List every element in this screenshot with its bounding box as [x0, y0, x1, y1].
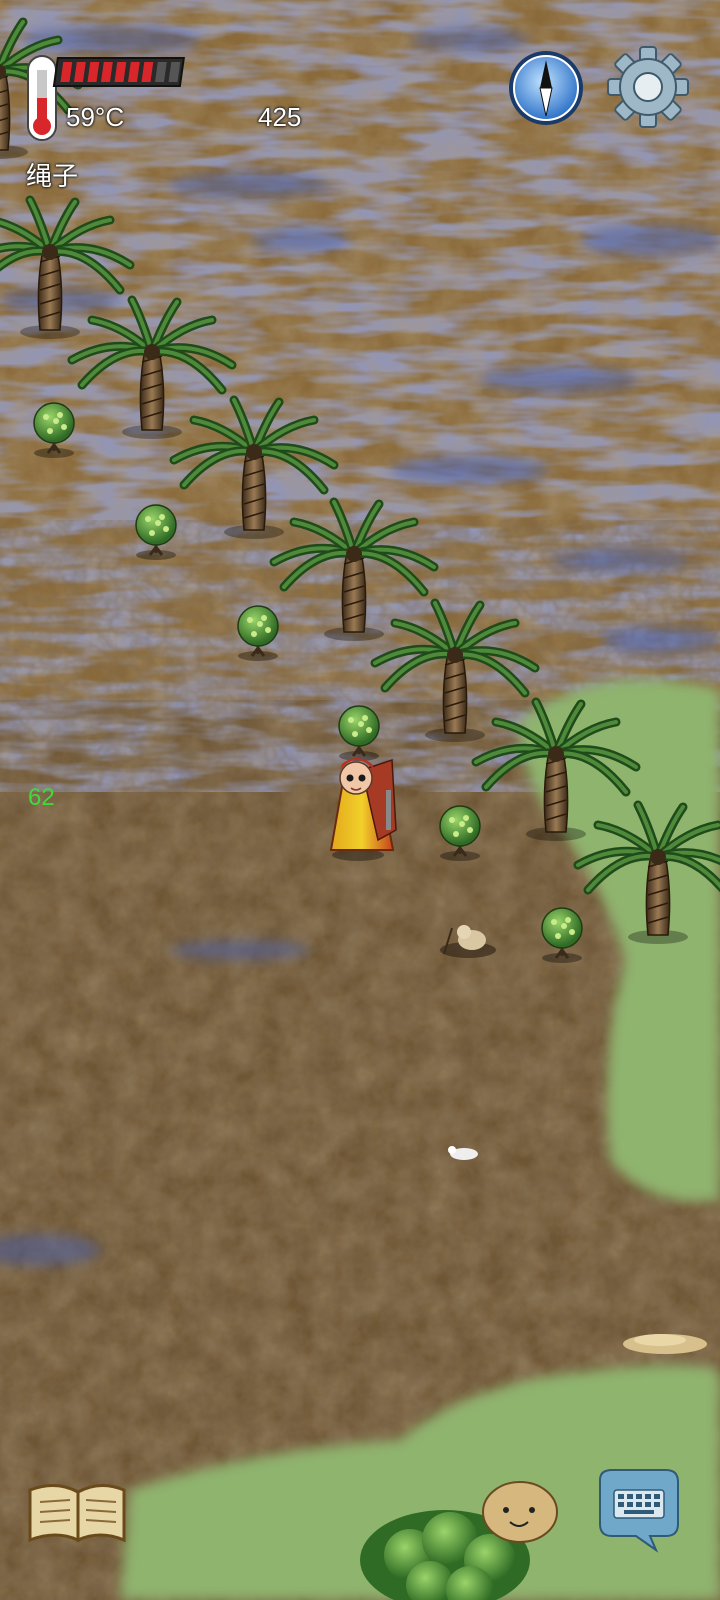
player-character[interactable]: [329, 758, 397, 861]
gear-icon[interactable]: [607, 46, 689, 128]
dirt-mound[interactable]: [623, 1334, 707, 1354]
berry-bush[interactable]: [237, 605, 279, 661]
berry-bush[interactable]: [338, 705, 380, 761]
berry-bush[interactable]: [541, 907, 583, 963]
held-item-label: 绳子: [26, 161, 79, 191]
thermometer-icon: [27, 55, 57, 141]
berry-bush[interactable]: [33, 402, 75, 458]
book-icon[interactable]: [28, 1484, 126, 1543]
berry-bush[interactable]: [135, 504, 177, 560]
score-counter: 425: [258, 102, 302, 132]
face-icon[interactable]: [482, 1481, 558, 1543]
side-indicator: 62: [28, 784, 55, 811]
game-world[interactable]: [0, 0, 720, 1600]
berry-bush[interactable]: [439, 805, 481, 861]
temperature-readout: 59°C: [66, 102, 125, 132]
compass-icon[interactable]: [509, 51, 583, 125]
health-bar: [52, 57, 185, 87]
